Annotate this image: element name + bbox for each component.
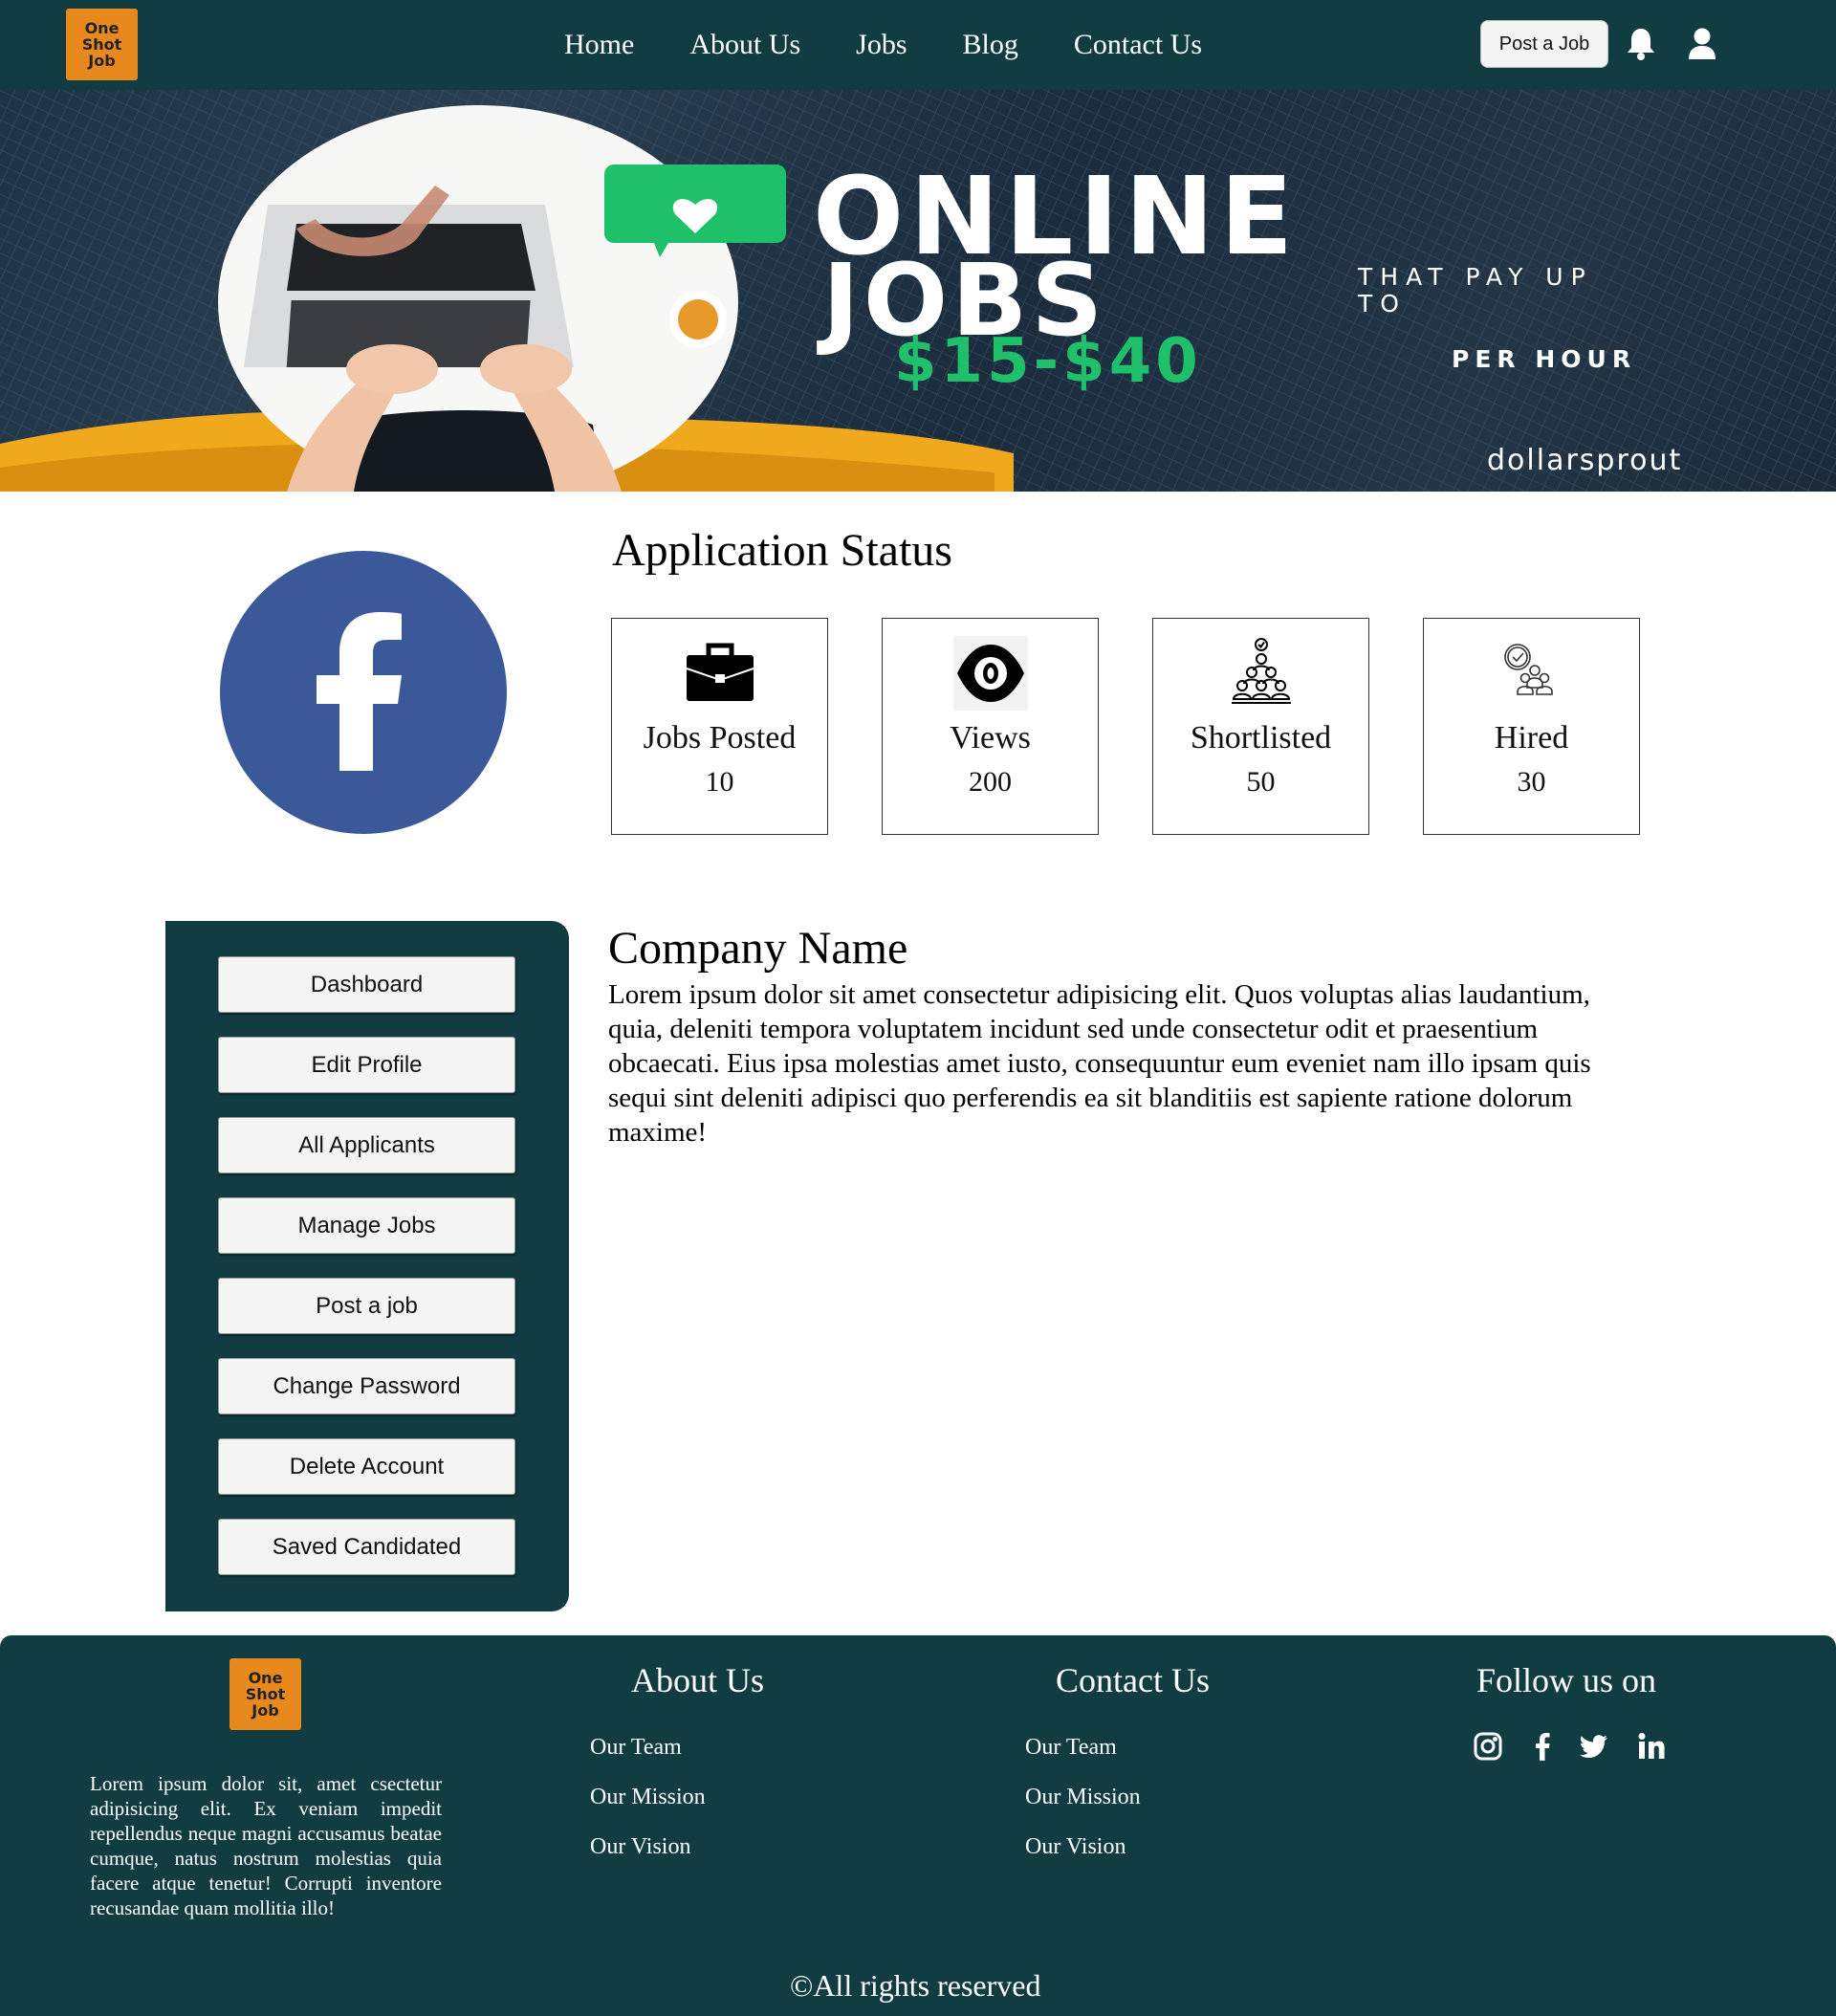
logo-line: Job (88, 52, 116, 70)
application-status-title: Application Status (612, 525, 952, 576)
sidebar-manage-jobs-button[interactable]: Manage Jobs (218, 1197, 515, 1254)
sidebar-all-applicants-button[interactable]: All Applicants (218, 1117, 515, 1173)
footer-about-heading: About Us (631, 1661, 765, 1699)
banner-amount: $15-$40 (894, 326, 1202, 397)
nav-contact-us[interactable]: Contact Us (1074, 29, 1202, 61)
footer-about-our-vision-link[interactable]: Our Vision (590, 1834, 690, 1860)
stat-card-jobs-posted[interactable]: Jobs Posted 10 (611, 618, 828, 835)
nav-jobs[interactable]: Jobs (856, 29, 907, 61)
dashboard-sidebar: Dashboard Edit Profile All Applicants Ma… (165, 921, 569, 1611)
site-footer: One Shot Job Lorem ipsum dolor sit, amet… (0, 1635, 1836, 2016)
stat-label: Jobs Posted (643, 720, 797, 756)
copyright-text: ©All rights reserved (790, 1968, 1041, 2003)
stat-label: Shortlisted (1190, 720, 1332, 756)
logo-line: One (84, 19, 120, 37)
stat-card-shortlisted[interactable]: Shortlisted 50 (1152, 618, 1369, 835)
site-logo[interactable]: One Shot Job (66, 9, 138, 80)
eye-icon (952, 636, 1028, 711)
logo-line: Job (251, 1701, 279, 1720)
sidebar-change-password-button[interactable]: Change Password (218, 1358, 515, 1414)
stat-label: Hired (1494, 720, 1569, 756)
stat-label: Views (950, 720, 1031, 756)
nav-about-us[interactable]: About Us (689, 29, 800, 61)
twitter-icon[interactable] (1579, 1731, 1609, 1762)
banner-brand: dollarsprout (1487, 444, 1683, 477)
sidebar-dashboard-button[interactable]: Dashboard (218, 956, 515, 1013)
post-a-job-button[interactable]: Post a Job (1480, 20, 1608, 68)
logo-line: Shot (245, 1685, 286, 1703)
company-description: Lorem ipsum dolor sit amet consectetur a… (608, 979, 1591, 1148)
banner-per-hour: PER HOUR (1452, 345, 1637, 373)
sidebar-delete-account-button[interactable]: Delete Account (218, 1438, 515, 1495)
stat-value: 50 (1246, 766, 1276, 798)
sidebar-saved-candidates-button[interactable]: Saved Candidated (218, 1519, 515, 1575)
sidebar-edit-profile-button[interactable]: Edit Profile (218, 1037, 515, 1093)
nav-blog[interactable]: Blog (963, 29, 1018, 61)
footer-follow-heading: Follow us on (1476, 1661, 1657, 1699)
footer-contact-our-vision-link[interactable]: Our Vision (1025, 1834, 1126, 1860)
stat-value: 10 (705, 766, 734, 798)
footer-contact-our-team-link[interactable]: Our Team (1025, 1735, 1117, 1761)
stat-card-hired[interactable]: Hired 30 (1423, 618, 1640, 835)
footer-contact-heading: Contact Us (1056, 1661, 1210, 1699)
linkedin-icon[interactable] (1636, 1731, 1667, 1762)
hired-people-icon (1503, 644, 1553, 695)
logo-line: One (248, 1669, 283, 1687)
stat-card-views[interactable]: Views 200 (882, 618, 1099, 835)
banner-that-pay: THAT PAY UP TO (1358, 263, 1593, 318)
stat-value: 30 (1517, 766, 1546, 798)
nav-home[interactable]: Home (564, 29, 634, 61)
logo-line: Shot (81, 35, 122, 54)
company-name: Company Name (608, 923, 908, 974)
main-nav: Home About Us Jobs Blog Contact Us (564, 0, 1257, 90)
hero-banner: ONLINE JOBS THAT PAY UP TO $15-$40 PER H… (0, 90, 1836, 492)
company-logo-facebook-icon (220, 551, 507, 834)
instagram-icon[interactable] (1473, 1731, 1503, 1762)
facebook-icon[interactable] (1527, 1731, 1558, 1762)
footer-contact-our-mission-link[interactable]: Our Mission (1025, 1785, 1141, 1810)
shortlist-group-icon (1231, 638, 1291, 704)
user-icon[interactable] (1686, 27, 1718, 61)
footer-description: Lorem ipsum dolor sit, amet csectetur ad… (90, 1772, 442, 1919)
footer-about-our-mission-link[interactable]: Our Mission (590, 1785, 706, 1810)
footer-about-our-team-link[interactable]: Our Team (590, 1735, 682, 1761)
site-header: One Shot Job Home About Us Jobs Blog Con… (0, 0, 1836, 90)
bell-icon[interactable] (1625, 27, 1657, 61)
stat-value: 200 (969, 766, 1012, 798)
footer-logo[interactable]: One Shot Job (230, 1658, 301, 1730)
briefcase-icon (686, 643, 754, 701)
sidebar-post-job-button[interactable]: Post a job (218, 1278, 515, 1334)
